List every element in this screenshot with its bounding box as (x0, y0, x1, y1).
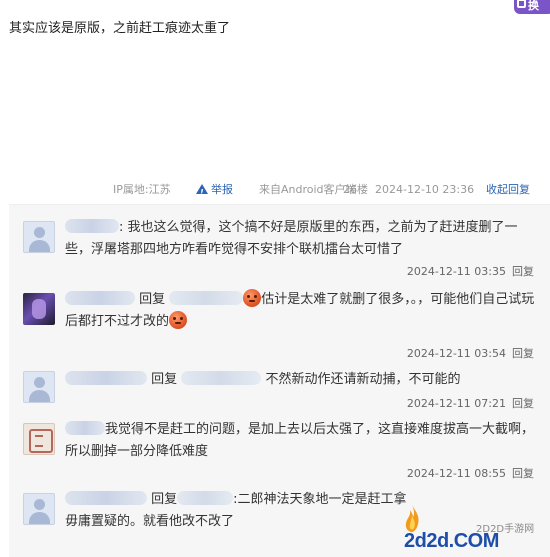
reply-text-line1: :二郎神法天象地一定是赶工拿 (233, 492, 407, 507)
warning-icon (196, 184, 208, 201)
reply-button[interactable]: 回复 (512, 397, 534, 410)
collapse-replies-link[interactable]: 收起回复 (486, 182, 530, 198)
user-avatar[interactable] (23, 221, 55, 253)
reply-text: 我也这么觉得，这个搞不好是原版里的东西，之前为了赶进度删了一些，浮屠塔那四地方咋… (65, 220, 518, 257)
user-avatar[interactable] (23, 493, 55, 525)
reply-content: : 我也这么觉得，这个搞不好是原版里的东西，之前为了赶进度删了一些，浮屠塔那四地… (65, 217, 535, 261)
reply-time: 2024-12-11 07:21 (406, 397, 506, 410)
client-source: 来自Android客户端 (259, 183, 357, 196)
post-time: 2024-12-10 23:36 (375, 183, 475, 196)
reply-time: 2024-12-11 03:35 (406, 265, 506, 278)
reply-meta: 2024-12-11 03:35 回复 (407, 263, 534, 279)
user-avatar[interactable] (23, 371, 55, 403)
report-link[interactable]: 举报 (196, 182, 233, 201)
reply-button[interactable]: 回复 (512, 467, 534, 480)
reply-button[interactable]: 回复 (512, 347, 534, 360)
username-redacted[interactable] (65, 491, 147, 505)
reply-time: 2024-12-11 03:54 (406, 347, 506, 360)
corner-badge[interactable]: 换 (504, 0, 550, 16)
reply-text-line2: 毋庸置疑的。就看他改不改了 (65, 514, 235, 529)
reply-time: 2024-12-11 08:55 (406, 467, 506, 480)
badge-pill[interactable]: 换 (514, 0, 550, 14)
reply-meta: 2024-12-11 07:21 回复 (407, 395, 534, 411)
username-redacted[interactable] (65, 371, 147, 385)
mention-redacted[interactable] (181, 371, 262, 385)
user-avatar[interactable] (23, 423, 55, 455)
badge-icon (517, 0, 526, 8)
watermark-logo-text: 2d2d.COM (404, 530, 499, 552)
username-redacted[interactable] (65, 421, 105, 435)
user-avatar[interactable] (23, 293, 55, 325)
reply-meta: 2024-12-11 08:55 回复 (407, 465, 534, 481)
emoji-icon (169, 311, 188, 329)
reply-prefix: 回复 (139, 292, 166, 307)
mention-redacted[interactable] (169, 291, 244, 305)
reply-text: 我觉得不是赶工的问题，是加上去以后太强了，这直接难度拔高一大截啊，所以删掉一部分… (65, 422, 535, 459)
reply-username-colon: : (119, 220, 124, 235)
reply-content: 回复 估计是太难了就删了很多，。，可能他们自己试玩后都打不过才改的 (65, 289, 535, 333)
reply-content: 我觉得不是赶工的问题，是加上去以后太强了，这直接难度拔高一大截啊，所以删掉一部分… (65, 419, 535, 463)
username-redacted[interactable] (65, 219, 119, 233)
reply-button[interactable]: 回复 (512, 265, 534, 278)
reply-meta: 2024-12-11 03:54 回复 (407, 345, 534, 361)
mention-redacted[interactable] (177, 491, 234, 505)
emoji-icon (243, 289, 262, 307)
badge-label: 换 (528, 0, 539, 12)
floor-number: 26楼 (343, 183, 368, 196)
post-meta: IP属地:江苏 举报 来自Android客户端 26楼 2024-12-10 2… (113, 182, 540, 201)
reply-prefix: 回复 (151, 372, 178, 387)
reply-text: 估计是太难了就删了很多，。，可能他们自己试玩后都打不过才改的 (65, 292, 535, 329)
reply-prefix: 回复 (151, 492, 178, 507)
reply-content: 回复 不然新动作还请新动捕，不可能的 (65, 369, 535, 391)
username-redacted[interactable] (65, 291, 135, 305)
report-label: 举报 (211, 183, 233, 196)
reply-text: 不然新动作还请新动捕，不可能的 (265, 372, 461, 387)
site-watermark: 2D2D手游网 2d2d.COM (396, 502, 546, 554)
ip-location: IP属地:江苏 (113, 183, 171, 196)
post-content: 其实应该是原版，之前赶工痕迹太重了 (9, 21, 231, 36)
